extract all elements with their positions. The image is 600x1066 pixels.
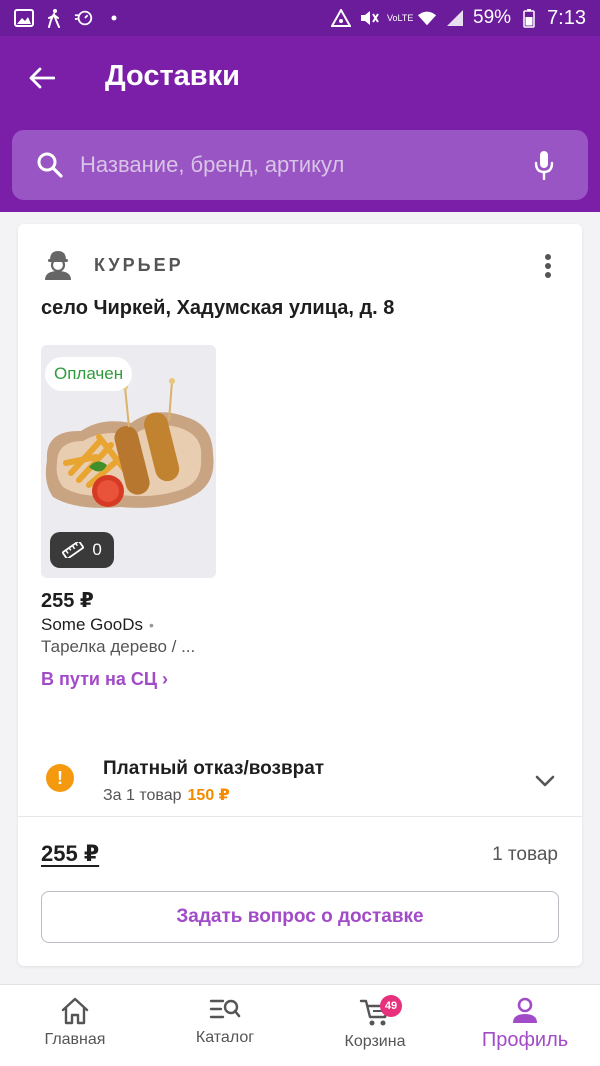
nav-label-catalog: Каталог <box>195 1029 255 1046</box>
item-count: 1 товар <box>492 844 558 865</box>
voice-search-button[interactable] <box>524 145 564 185</box>
gallery-icon <box>14 8 34 28</box>
more-vertical-icon <box>545 254 551 278</box>
search-bar[interactable] <box>12 130 588 200</box>
nav-label-cart: Корзина <box>344 1033 406 1050</box>
delivery-card: КУРЬЕР село Чиркей, Хадумская улица, д. … <box>18 224 582 966</box>
home-icon <box>60 997 90 1025</box>
ask-question-button[interactable]: Задать вопрос о доставке <box>41 891 559 943</box>
battery-percent: 59% <box>473 7 512 28</box>
refund-subtitle-text: За 1 товар <box>103 787 182 804</box>
divider <box>18 816 582 817</box>
microphone-icon <box>534 151 554 180</box>
nav-item-profile[interactable]: Профиль <box>450 985 600 1066</box>
paid-refund-row[interactable]: ! Платный отказ/возврат За 1 товар 150 ₽ <box>18 742 582 817</box>
cart-count-badge: 49 <box>380 995 402 1017</box>
notification-dot-icon <box>104 8 124 28</box>
nav-item-cart[interactable]: 49 Корзина <box>300 985 450 1066</box>
courier-icon <box>42 249 74 281</box>
mute-icon <box>359 8 379 28</box>
walking-icon <box>44 8 64 28</box>
speed-icon <box>74 8 94 28</box>
product-image[interactable]: Оплачен 0 <box>41 345 216 578</box>
payment-status-badge: Оплачен <box>45 357 133 391</box>
refund-subtitle: За 1 товар 150 ₽ <box>103 785 230 805</box>
chevron-down-icon[interactable] <box>534 770 556 792</box>
signal-icon <box>445 8 465 28</box>
catalog-icon <box>209 997 241 1023</box>
size-badge: 0 <box>50 532 114 568</box>
data-saver-icon <box>331 8 352 28</box>
nav-label-home: Главная <box>44 1031 106 1048</box>
arrow-left-icon <box>29 67 55 89</box>
product-name: Тарелка дерево / ... <box>41 637 196 656</box>
product-price: 255 ₽ <box>41 590 94 612</box>
nav-item-home[interactable]: Главная <box>0 985 150 1066</box>
search-input[interactable] <box>80 152 524 178</box>
app-header: Доставки <box>0 36 600 212</box>
delivery-address: село Чиркей, Хадумская улица, д. 8 <box>41 297 395 319</box>
tracking-status-link[interactable]: В пути на СЦ › <box>41 669 168 690</box>
warning-icon: ! <box>46 764 74 792</box>
ruler-icon <box>62 542 85 558</box>
nav-item-catalog[interactable]: Каталог <box>150 985 300 1066</box>
clock: 7:13 <box>547 6 586 29</box>
delivery-type: КУРЬЕР <box>42 248 184 282</box>
back-button[interactable] <box>22 58 62 98</box>
bottom-nav: Главная Каталог 49 Корзина Профиль <box>0 984 600 1066</box>
order-total: 255 ₽ <box>41 841 100 866</box>
product-brand: Some GooDs <box>41 615 144 634</box>
page-title: Доставки <box>105 60 240 92</box>
nav-label-profile: Профиль <box>481 1029 569 1051</box>
battery-icon <box>519 8 539 28</box>
volte-indicator: VoLTE <box>387 12 414 23</box>
refund-title: Платный отказ/возврат <box>103 758 325 779</box>
size-count: 0 <box>92 540 102 559</box>
search-icon <box>36 151 64 179</box>
profile-icon <box>511 997 539 1025</box>
wifi-icon <box>417 8 437 28</box>
more-options-button[interactable] <box>530 248 566 284</box>
separator-dot: • <box>149 617 154 633</box>
refund-fee: 150 ₽ <box>187 787 230 804</box>
product-brand-row: Some GooDs • <box>41 615 154 635</box>
delivery-type-label: КУРЬЕР <box>94 254 184 275</box>
status-bar: VoLTE 59% 7:13 <box>0 0 600 36</box>
